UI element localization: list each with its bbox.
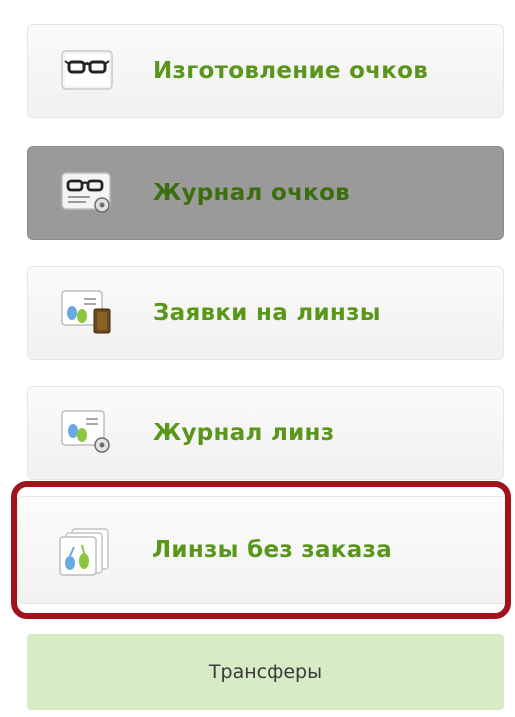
menu-item-label: Линзы без заказа	[152, 537, 393, 563]
menu-item-lens-journal[interactable]: Журнал линз	[27, 386, 504, 480]
lens-stack-icon	[58, 527, 112, 576]
glasses-journal-icon	[60, 169, 114, 215]
menu-item-label: Журнал линз	[153, 420, 335, 446]
menu-item-glasses-journal[interactable]: Журнал очков	[27, 146, 504, 240]
transfer-button[interactable]: Трансферы	[27, 634, 504, 710]
lens-journal-icon	[60, 409, 114, 455]
glasses-icon	[60, 47, 114, 93]
side-menu: Изготовление очков Журнал очков Заявки н…	[0, 0, 515, 717]
menu-item-label: Заявки на линзы	[153, 300, 381, 326]
menu-item-lens-orders[interactable]: Заявки на линзы	[27, 266, 504, 360]
menu-item-label: Изготовление очков	[153, 58, 429, 84]
menu-item-lenses-without-order[interactable]: Линзы без заказа	[17, 496, 509, 604]
lens-order-icon	[60, 289, 114, 335]
menu-item-glasses-manufacturing[interactable]: Изготовление очков	[27, 24, 504, 118]
transfer-label: Трансферы	[208, 661, 323, 683]
menu-item-label: Журнал очков	[153, 180, 351, 206]
